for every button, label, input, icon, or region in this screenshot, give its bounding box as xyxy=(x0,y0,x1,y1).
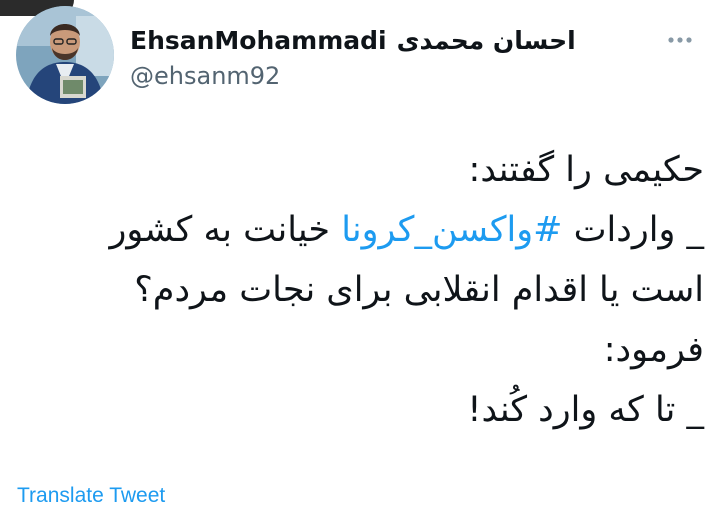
more-horizontal-icon xyxy=(668,37,692,43)
tweet-header: EhsanMohammadi احسان محمدی @ehsanm92 xyxy=(130,20,590,91)
author-display-name[interactable]: EhsanMohammadi xyxy=(130,26,387,55)
tweet-line-4: فرمود: xyxy=(603,330,704,370)
translate-tweet-link[interactable]: Translate Tweet xyxy=(17,484,165,508)
tweet-line-2: _ واردات #واکسن_کرونا خیانت به کشور xyxy=(40,200,704,260)
author-display-name-fa[interactable]: احسان محمدی xyxy=(397,26,576,55)
author-handle[interactable]: @ehsanm92 xyxy=(130,62,590,90)
name-line: EhsanMohammadi احسان محمدی xyxy=(130,20,590,60)
tweet-line-2-end: خیانت به کشور xyxy=(109,210,342,250)
tweet-line-5: _ تا که وارد کُند! xyxy=(467,390,704,430)
hashtag-link[interactable]: #واکسن_کرونا xyxy=(341,210,562,250)
avatar-image xyxy=(16,6,114,104)
more-options-button[interactable] xyxy=(660,28,700,52)
tweet-text: حکیمی را گفتند: _ واردات #واکسن_کرونا خی… xyxy=(40,140,704,440)
tweet-line-2-start: _ واردات xyxy=(562,210,704,250)
avatar[interactable] xyxy=(16,6,114,104)
tweet-line-3: است یا اقدام انقلابی برای نجات مردم؟ xyxy=(134,270,704,310)
tweet-line-1: حکیمی را گفتند: xyxy=(468,150,704,190)
